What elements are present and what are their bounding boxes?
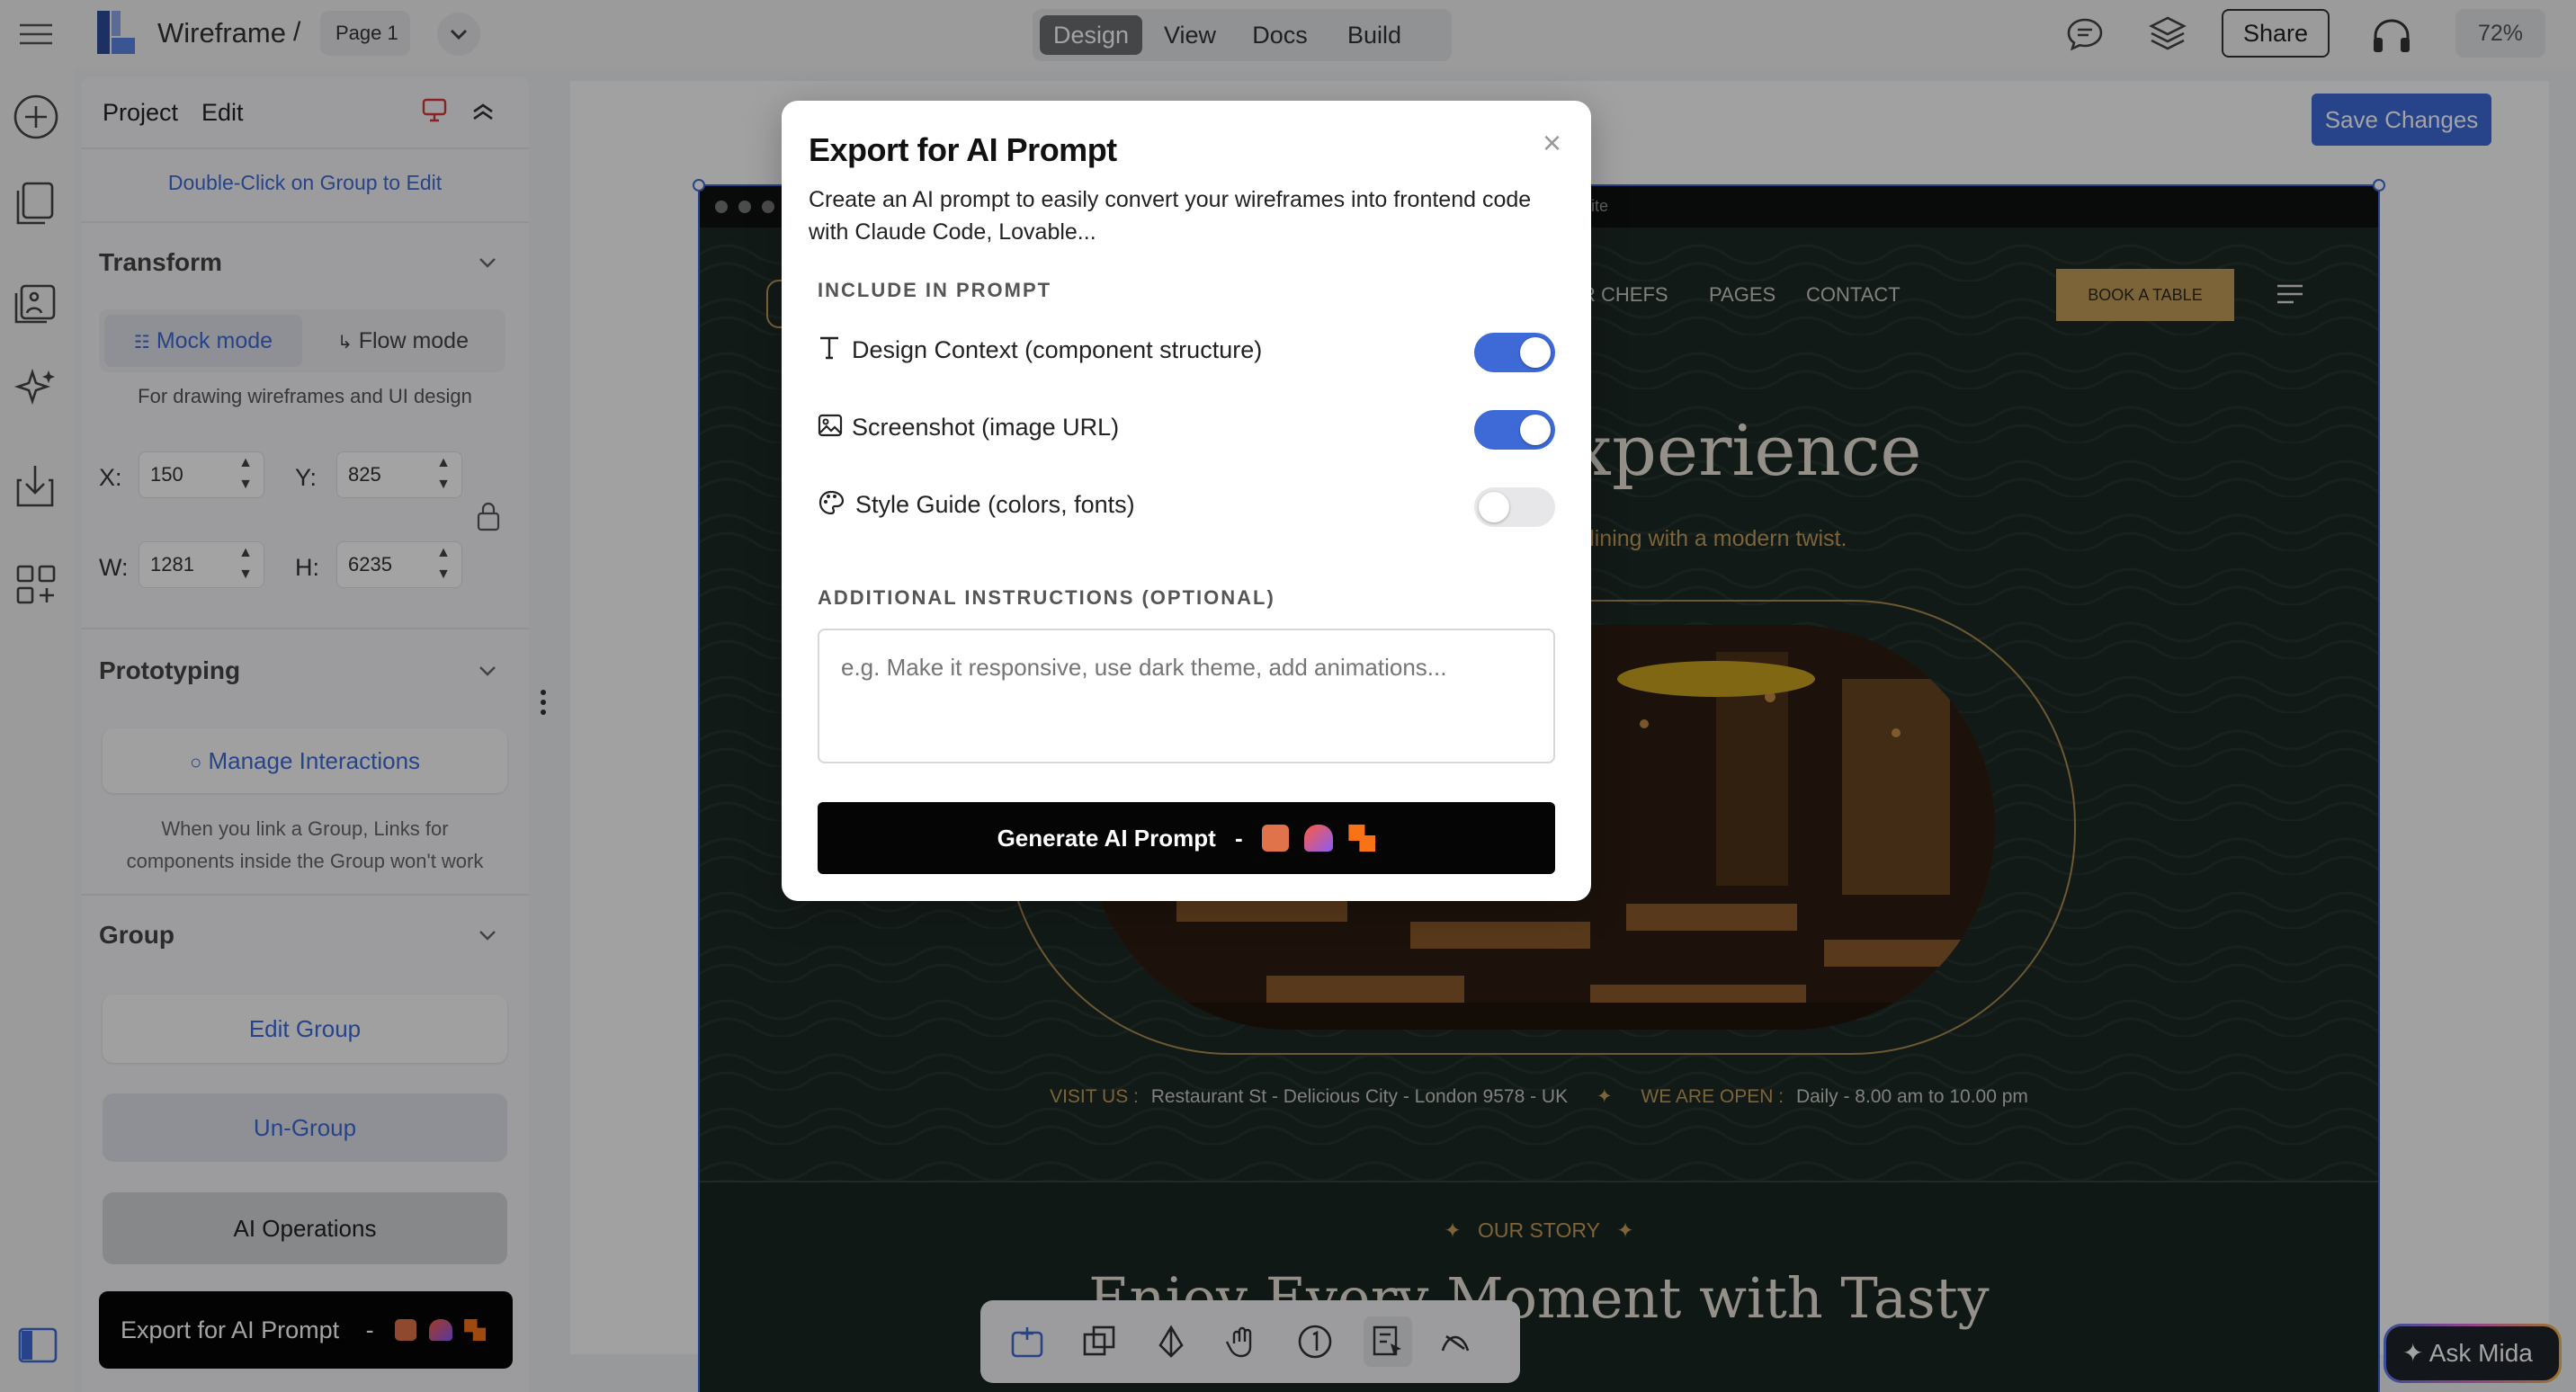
image-icon	[818, 412, 843, 439]
option-label: Style Guide (colors, fonts)	[855, 491, 1135, 518]
text-icon	[818, 335, 841, 361]
instructions-textarea[interactable]	[818, 629, 1555, 763]
option-label: Design Context (component structure)	[852, 336, 1263, 363]
bolt-logo-icon	[1348, 825, 1376, 852]
instructions-heading: ADDITIONAL INSTRUCTIONS (OPTIONAL)	[818, 586, 1275, 609]
generate-label: Generate AI Prompt	[997, 825, 1216, 852]
generate-ai-prompt-button[interactable]: Generate AI Prompt -	[818, 802, 1555, 874]
toggle-design-context[interactable]	[1474, 333, 1555, 372]
generate-separator: -	[1235, 825, 1243, 852]
dialog-title: Export for AI Prompt	[809, 131, 1117, 168]
include-heading: INCLUDE IN PROMPT	[818, 279, 1052, 301]
option-style-guide[interactable]: Style Guide (colors, fonts)	[818, 484, 1555, 529]
option-screenshot[interactable]: Screenshot (image URL)	[818, 406, 1555, 451]
close-icon[interactable]: ×	[1543, 124, 1561, 162]
palette-icon	[818, 489, 845, 516]
toggle-style-guide[interactable]	[1474, 487, 1555, 527]
option-label: Screenshot (image URL)	[852, 414, 1120, 441]
option-design-context[interactable]: Design Context (component structure)	[818, 329, 1555, 374]
lovable-logo-icon	[1304, 825, 1334, 852]
export-ai-prompt-dialog: Export for AI Prompt × Create an AI prom…	[782, 101, 1591, 901]
dialog-description: Create an AI prompt to easily convert yo…	[809, 187, 1532, 245]
toggle-screenshot[interactable]	[1474, 410, 1555, 450]
claude-logo-icon	[1261, 825, 1289, 852]
